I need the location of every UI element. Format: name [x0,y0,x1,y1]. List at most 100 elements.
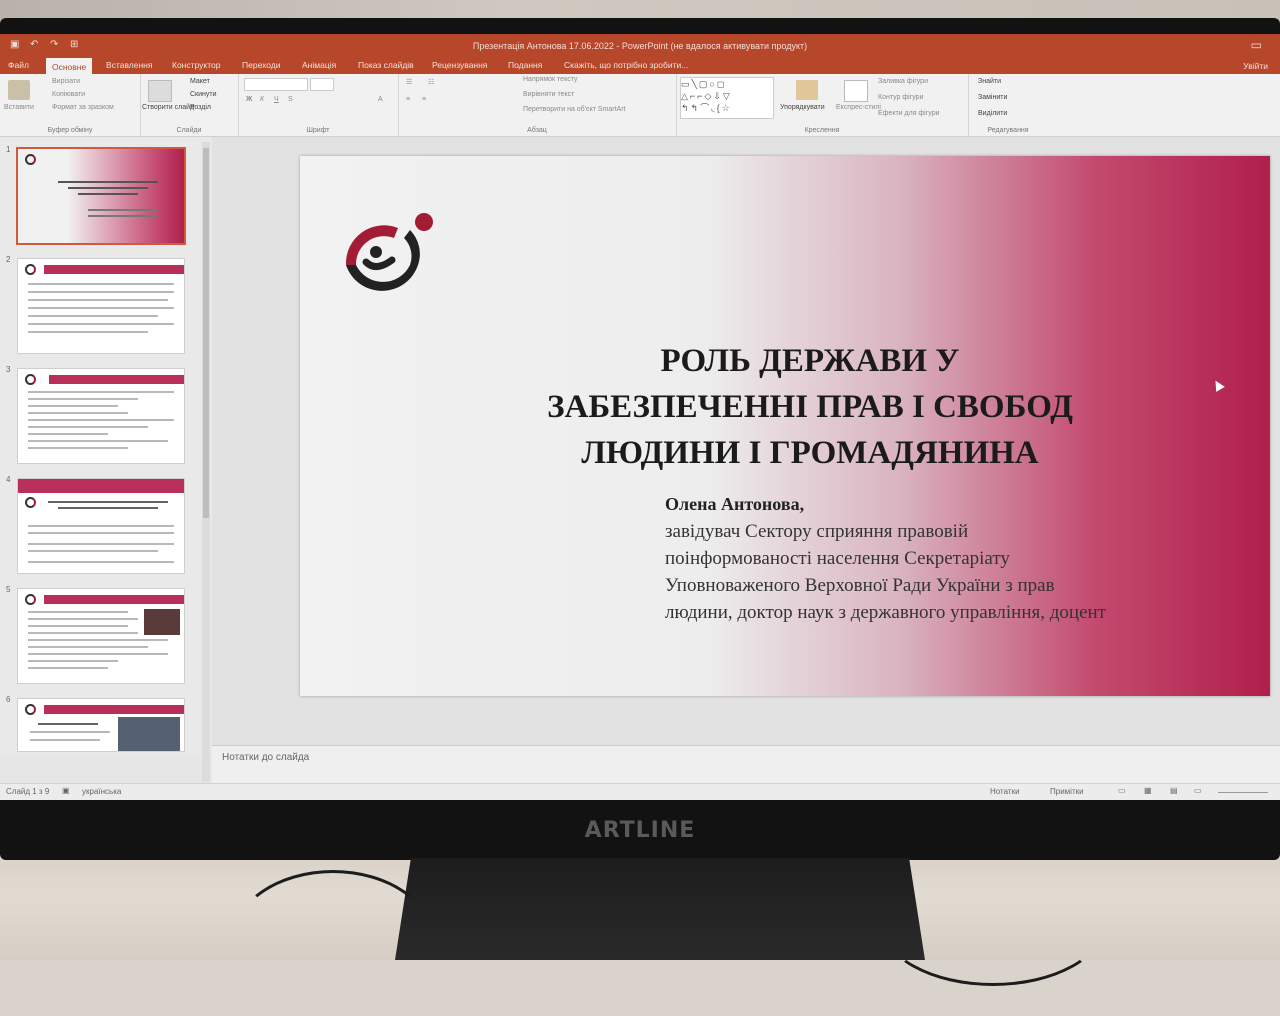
slide-thumbnail-2[interactable] [18,259,184,353]
tell-me-search[interactable]: Скажіть, що потрібно зробити... [560,60,692,70]
italic-icon[interactable]: К [260,96,264,103]
tab-review[interactable]: Рецензування [428,60,491,70]
zoom-slider[interactable] [1218,792,1268,793]
monitor-brand-logo: ARTLINE [584,818,696,843]
thumbnail-text-line [28,532,174,534]
text-direction-button[interactable]: Напрямок тексту [523,76,578,83]
thumbnail-text-line [28,283,174,285]
new-slide-icon[interactable] [148,80,172,102]
thumbnail-text-line [28,447,128,449]
reset-button[interactable]: Скинути [190,91,217,98]
ribbon-display-options-icon[interactable]: ▭ [1251,38,1262,52]
scrollbar-thumb[interactable] [203,148,209,518]
group-editing: Знайти Замінити Виділити Редагування [968,74,1048,136]
slide-thumbnail-6[interactable] [18,699,184,751]
shape-effects-button[interactable]: Ефекти для фігури [878,110,940,117]
thumbnail-header-bar [44,265,184,274]
quick-styles-icon[interactable] [844,80,868,102]
paste-button[interactable]: Вставити [4,104,34,111]
thumbnail-text-line [28,561,174,563]
notes-toggle-button[interactable]: Нотатки [990,787,1020,796]
bullets-icon[interactable]: ☰ [406,78,412,86]
group-label-font: Шрифт [306,127,330,134]
thumbnail-title-line [68,187,148,189]
section-button[interactable]: Розділ [190,104,211,111]
slide-thumbnail-4[interactable] [18,479,184,573]
reading-view-icon[interactable]: ▤ [1170,786,1178,795]
shapes-gallery[interactable]: ▭╲▢○◻ △⌐⌐◇⇩▽ ↰↰⌒◟{☆ [680,77,774,119]
paste-icon[interactable] [8,80,30,100]
copy-button[interactable]: Копіювати [52,91,85,98]
align-text-button[interactable]: Вирівняти текст [523,91,574,98]
tab-slideshow[interactable]: Показ слайдів [354,60,418,70]
find-button[interactable]: Знайти [978,78,1001,85]
thumbnail-header-bar [44,705,184,714]
tab-view[interactable]: Подання [504,60,546,70]
author-affiliation[interactable]: завідувач Сектору сприяння правовій поін… [665,518,1225,626]
tab-animations[interactable]: Анімація [298,60,340,70]
convert-smartart-button[interactable]: Перетворити на об'єкт SmartArt [523,106,626,113]
strikethrough-icon[interactable]: S [288,96,293,103]
slide-thumbnail-3[interactable] [18,369,184,463]
layout-button[interactable]: Макет [190,78,210,85]
group-label-paragraph: Абзац [527,127,547,134]
arrange-button[interactable]: Упорядкувати [780,104,825,111]
signin-link[interactable]: Увійти [1243,61,1268,71]
select-button[interactable]: Виділити [978,110,1007,117]
thumbnail-text-line [28,307,174,309]
notes-pane[interactable]: Нотатки до слайда [212,745,1280,784]
thumbnail-scrollbar[interactable] [202,142,210,782]
slide-counter: Слайд 1 з 9 [6,787,50,796]
replace-button[interactable]: Замінити [978,94,1007,101]
spellcheck-icon[interactable]: ▣ [62,786,70,795]
arrange-icon[interactable] [796,80,818,100]
thumbnail-text-line [28,433,108,435]
comments-toggle-button[interactable]: Примітки [1050,787,1084,796]
tab-insert[interactable]: Вставлення [102,60,156,70]
quick-styles-button[interactable]: Експрес-стилі [836,104,881,111]
group-label-clipboard: Буфер обміну [47,127,93,134]
thumbnail-photo [118,717,180,751]
tab-transitions[interactable]: Переходи [238,60,285,70]
monitor-cable [880,860,1106,986]
language-indicator[interactable]: українська [82,787,121,796]
align-left-icon[interactable]: ≡ [406,96,410,103]
normal-view-icon[interactable]: ▭ [1118,786,1126,795]
align-center-icon[interactable]: ≡ [422,96,426,103]
organization-logo-icon [345,213,433,291]
bold-icon[interactable]: Ж [246,96,252,103]
thumbnail-text-line [28,543,174,545]
slide-thumbnail-5[interactable] [18,589,184,683]
font-size-box[interactable] [310,78,334,91]
thumbnail-header-bar [49,375,184,384]
logo-icon [25,154,36,165]
slideshow-view-icon[interactable]: ▭ [1194,786,1202,795]
cut-button[interactable]: Вирізати [52,78,80,85]
thumbnail-number: 2 [6,255,11,264]
status-bar: Слайд 1 з 9 ▣ українська Нотатки Примітк… [0,783,1280,800]
title-bar: ▣ ↶ ↷ ⊞ Презентація Антонова 17.06.2022 … [0,34,1280,58]
font-color-icon[interactable]: A [378,96,383,103]
tab-file[interactable]: Файл [4,60,33,70]
logo-icon [25,264,36,275]
thumbnail-text-line [28,625,128,627]
thumbnail-text-line [28,315,158,317]
font-name-box[interactable] [244,78,308,91]
tab-design[interactable]: Конструктор [168,60,224,70]
author-name[interactable]: Олена Антонова, [665,494,804,515]
shape-outline-button[interactable]: Контур фігури [878,94,923,101]
thumbnail-text-line [28,291,174,293]
slide-thumbnail-1[interactable] [18,149,184,243]
slide-sorter-icon[interactable]: ▦ [1144,786,1152,795]
current-slide[interactable]: РОЛЬ ДЕРЖАВИ У ЗАБЕЗПЕЧЕННІ ПРАВ І СВОБО… [300,156,1270,696]
format-painter-button[interactable]: Формат за зразком [52,104,114,111]
numbering-icon[interactable]: ☷ [428,78,434,86]
slide-title[interactable]: РОЛЬ ДЕРЖАВИ У ЗАБЕЗПЕЧЕННІ ПРАВ І СВОБО… [460,338,1160,476]
new-slide-button[interactable]: Створити слайд [142,104,194,111]
notes-placeholder: Нотатки до слайда [222,752,310,763]
thumbnail-text-line [28,426,148,428]
underline-icon[interactable]: Ч [274,96,279,103]
monitor-stand [395,858,925,960]
thumbnail-text-line [28,398,138,400]
shape-fill-button[interactable]: Заливка фігури [878,78,928,85]
